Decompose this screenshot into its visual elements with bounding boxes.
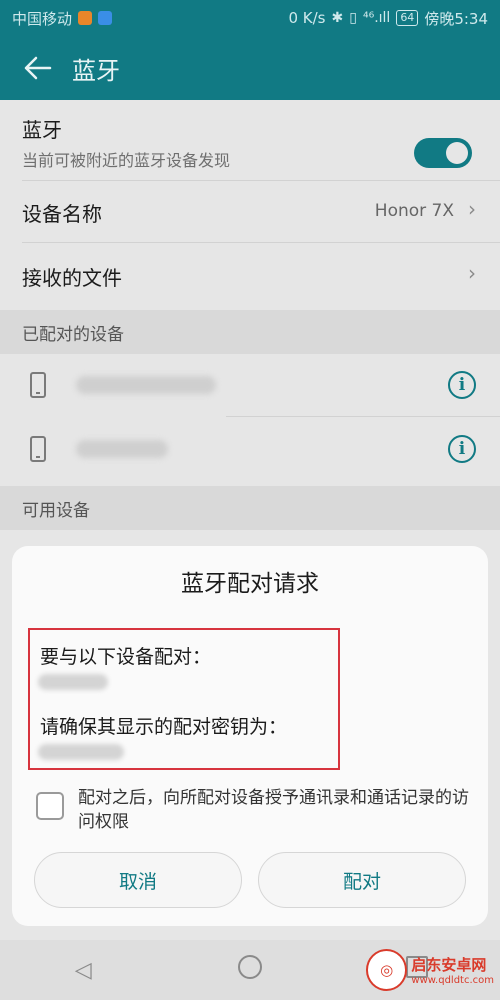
app-bar: 蓝牙 — [0, 36, 500, 100]
device-name-row[interactable]: 设备名称 Honor 7X › — [0, 180, 500, 242]
clock: 傍晚5:34 — [424, 9, 488, 28]
page-title: 蓝牙 — [72, 56, 120, 85]
watermark-logo-icon: ◎ — [366, 949, 408, 991]
paired-device-blurred — [38, 674, 108, 690]
vibrate-icon: ▯ — [349, 10, 357, 26]
battery-icon: 64 — [396, 10, 419, 26]
carrier-text: 中国移动 — [12, 9, 73, 28]
grant-contacts-label: 配对之后，向所配对设备授予通讯录和通话记录的访问权限 — [78, 788, 469, 832]
confirm-key-label: 请确保其显示的配对密钥为： — [40, 716, 288, 738]
paired-device-item[interactable]: i — [0, 416, 500, 482]
toggle-knob — [446, 142, 468, 164]
received-files-title: 接收的文件 — [22, 266, 122, 290]
paired-device-item[interactable]: i — [0, 354, 500, 416]
passkey-blurred — [38, 744, 124, 760]
device-name-value: Honor 7X — [374, 201, 454, 221]
info-icon[interactable]: i — [448, 435, 476, 463]
info-icon[interactable]: i — [448, 371, 476, 399]
cancel-button[interactable]: 取消 — [34, 852, 242, 908]
grant-contacts-checkbox[interactable] — [36, 792, 64, 820]
notification-message-icon — [98, 11, 113, 25]
back-arrow-icon[interactable] — [8, 36, 68, 100]
chevron-right-icon: › — [468, 261, 476, 285]
available-devices-header: 可用设备 — [0, 486, 500, 530]
nav-home-icon[interactable] — [220, 955, 280, 985]
watermark: ◎ 启东安卓网 www.qdldtc.com — [366, 946, 494, 994]
pair-with-label: 要与以下设备配对： — [40, 646, 212, 668]
notification-app-icon — [78, 11, 93, 25]
bluetooth-row-subtitle: 当前可被附近的蓝牙设备发现 — [22, 151, 231, 170]
device-name-title: 设备名称 — [22, 202, 102, 226]
device-name-blurred — [76, 440, 168, 458]
device-name-blurred — [76, 376, 216, 394]
bluetooth-toggle[interactable] — [414, 138, 472, 168]
watermark-name: 启东安卓网 — [411, 956, 487, 974]
dialog-title: 蓝牙配对请求 — [181, 571, 319, 597]
bluetooth-icon: ✱ — [331, 10, 344, 26]
bluetooth-toggle-row[interactable]: 蓝牙 当前可被附近的蓝牙设备发现 — [0, 114, 500, 178]
phone-icon — [30, 372, 46, 398]
phone-icon — [30, 436, 46, 462]
nav-back-icon[interactable]: ◁ — [53, 958, 113, 983]
pairing-dialog: 蓝牙配对请求 要与以下设备配对： 请确保其显示的配对密钥为： 配对之后，向所配对… — [12, 546, 488, 926]
signal-icon: ⁴⁶.ıll — [362, 10, 391, 26]
pair-button[interactable]: 配对 — [258, 852, 466, 908]
paired-devices-header: 已配对的设备 — [0, 310, 500, 354]
bluetooth-row-title: 蓝牙 — [22, 118, 62, 142]
watermark-url: www.qdldtc.com — [411, 975, 494, 986]
network-speed: 0 K/s — [288, 9, 326, 27]
status-bar: 中国移动 0 K/s ✱ ▯ ⁴⁶.ıll 64 傍晚5:34 — [0, 0, 500, 36]
received-files-row[interactable]: 接收的文件 › — [0, 242, 500, 308]
chevron-right-icon: › — [468, 197, 476, 221]
